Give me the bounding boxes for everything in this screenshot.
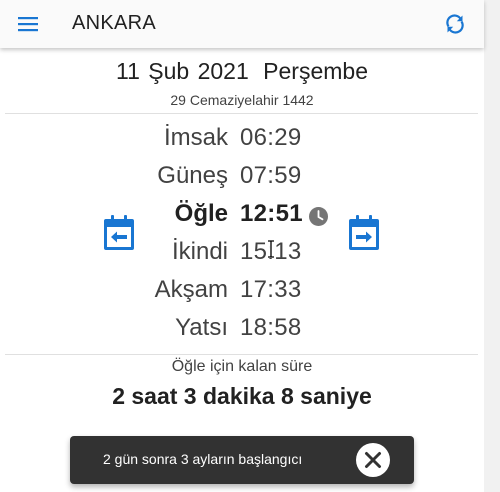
divider-top xyxy=(5,113,478,114)
prayer-time: 18:58 xyxy=(240,314,302,341)
prayer-name: İmsak xyxy=(163,124,228,151)
prayer-name: Öğle xyxy=(174,200,228,227)
app-window: ANKARA 11 Şub 2021 Perşembe 29 Cemaziyel… xyxy=(0,0,484,492)
gregorian-date: 11 Şub 2021 Perşembe xyxy=(0,58,484,85)
prayer-row-imsak: İmsak 06:29 xyxy=(0,120,484,158)
prayer-row-aksam: Akşam 17:33 xyxy=(0,272,484,310)
prayer-time: 12:51 xyxy=(240,200,303,227)
snackbar: 2 gün sonra 3 ayların başlangıcı xyxy=(70,436,414,484)
snackbar-message: 2 gün sonra 3 ayların başlangıcı xyxy=(103,451,303,467)
divider-bottom xyxy=(5,354,478,355)
gregorian-date-text: 11 Şub 2021 xyxy=(116,58,249,84)
prayer-row-yatsi: Yatsı 18:58 xyxy=(0,310,484,348)
close-icon xyxy=(365,452,381,468)
hamburger-menu-icon xyxy=(18,17,38,32)
calendar-arrow-left-icon xyxy=(104,215,134,250)
prayer-name: Akşam xyxy=(154,276,228,303)
calendar-arrow-right-icon xyxy=(349,215,379,250)
weekday-text: Perşembe xyxy=(263,58,368,84)
toolbar: ANKARA xyxy=(0,0,484,48)
remaining-time-label: Öğle için kalan süre xyxy=(171,358,313,375)
sync-icon xyxy=(446,14,464,34)
snackbar-close-button[interactable] xyxy=(356,443,390,477)
prayer-time: 17:33 xyxy=(240,276,302,303)
scrollbar[interactable] xyxy=(484,0,500,492)
clock-icon xyxy=(309,207,328,226)
text-cursor-icon xyxy=(268,240,274,258)
city-title: ANKARA xyxy=(72,12,157,34)
prayer-name: İkindi xyxy=(171,238,228,265)
sync-button[interactable] xyxy=(440,8,470,40)
prayer-row-ogle: Öğle 12:51 xyxy=(0,196,484,234)
menu-button[interactable] xyxy=(12,8,44,40)
hijri-date: 29 Cemaziyelahir 1442 xyxy=(170,92,314,108)
remaining-time-value: 2 saat 3 dakika 8 saniye xyxy=(112,383,372,409)
prayer-time: 07:59 xyxy=(240,162,302,189)
prayer-row-gunes: Güneş 07:59 xyxy=(0,158,484,196)
previous-day-button[interactable] xyxy=(102,214,136,252)
prayer-name: Yatsı xyxy=(175,314,228,341)
prayer-time: 06:29 xyxy=(240,124,302,151)
prayer-row-ikindi: İkindi 15:13 xyxy=(0,234,484,272)
prayer-name: Güneş xyxy=(157,162,228,189)
next-day-button[interactable] xyxy=(347,214,381,252)
